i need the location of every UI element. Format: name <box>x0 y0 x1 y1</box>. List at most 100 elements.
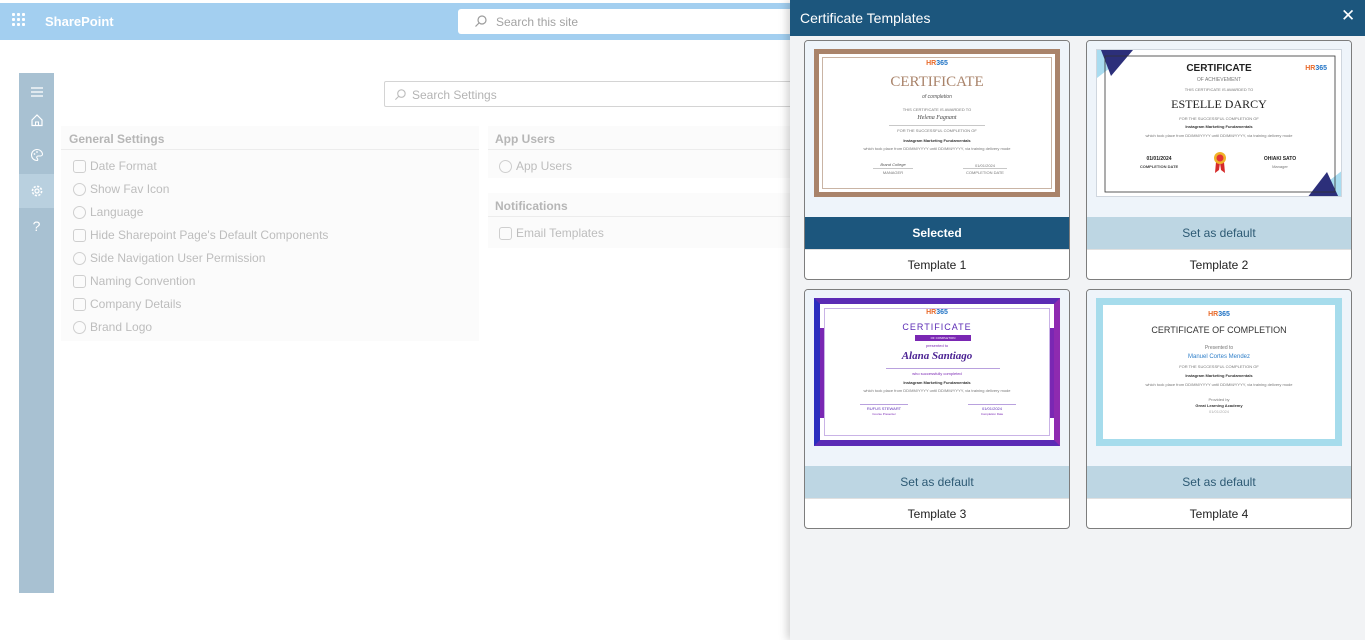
home-icon[interactable] <box>19 103 54 137</box>
certificate-preview: HR365 CERTIFICATE OF ACHIEVEMENT THIS CE… <box>1096 49 1342 197</box>
template-name: Template 4 <box>1087 498 1351 528</box>
help-icon[interactable]: ? <box>19 209 54 243</box>
setting-hide-default-components[interactable]: Hide Sharepoint Page's Default Component… <box>73 226 328 244</box>
site-search-placeholder: Search this site <box>496 15 579 29</box>
cert-date: 01/01/2024 <box>1208 409 1230 414</box>
cert-line: which took place from DD/MM/YYYY until D… <box>1145 382 1293 387</box>
search-icon <box>394 89 406 101</box>
gear-icon[interactable] <box>19 174 54 208</box>
template-thumbnail[interactable]: HR365 CERTIFICATE OF COMPLETION Presente… <box>1087 290 1351 466</box>
divider <box>873 168 913 169</box>
set-as-default-button[interactable]: Set as default <box>1087 217 1351 249</box>
cert-recipient: ESTELLE DARCY <box>1171 97 1267 111</box>
template-thumbnail[interactable]: HR365 CERTIFICATE OF ACHIEVEMENT THIS CE… <box>1087 41 1351 217</box>
favicon-icon <box>73 182 86 196</box>
award-ribbon-icon <box>1214 152 1226 173</box>
cert-subheading: of completion <box>922 94 952 100</box>
palette-icon[interactable] <box>19 138 54 172</box>
cert-course: Instagram Marketing Fundamentals <box>1185 124 1253 129</box>
search-icon <box>475 15 487 27</box>
general-settings-card: General Settings Date Format Show Fav Ic… <box>61 126 479 341</box>
text-field-icon <box>73 274 86 288</box>
cert-heading: CERTIFICATE <box>1186 63 1252 74</box>
set-as-default-button[interactable]: Set as default <box>1087 466 1351 498</box>
template-thumbnail[interactable]: HR365 CERTIFICATE OF COMPLETION presente… <box>805 290 1069 466</box>
divider <box>886 368 1000 369</box>
cert-course: Instagram Marketing Fundamentals <box>1185 373 1253 378</box>
template-card-2[interactable]: HR365 CERTIFICATE OF ACHIEVEMENT THIS CE… <box>1086 40 1352 280</box>
cert-line: THIS CERTIFICATE IS AWARDED TO <box>1184 87 1254 92</box>
template-card-3[interactable]: HR365 CERTIFICATE OF COMPLETION presente… <box>804 289 1070 529</box>
divider <box>963 168 1007 169</box>
divider <box>968 404 1016 405</box>
cert-recipient: Helena Fagnant <box>917 115 957 121</box>
divider <box>860 404 908 405</box>
template-thumbnail[interactable]: HR365 CERTIFICATE of completion THIS CER… <box>805 41 1069 217</box>
setting-show-fav-icon[interactable]: Show Fav Icon <box>73 180 169 198</box>
set-as-default-button[interactable]: Set as default <box>805 466 1069 498</box>
mail-icon <box>499 226 512 240</box>
close-icon[interactable]: ✕ <box>1341 7 1355 24</box>
org-chart-icon <box>73 297 86 311</box>
template-name: Template 3 <box>805 498 1069 528</box>
divider <box>488 149 790 150</box>
certificate-preview: HR365 CERTIFICATE of completion THIS CER… <box>814 49 1060 197</box>
settings-search-placeholder: Search Settings <box>412 88 497 102</box>
cert-date: 01/01/2024 <box>981 406 1003 411</box>
setting-language[interactable]: Language <box>73 203 143 221</box>
hr365-logo: HR365 <box>926 309 948 316</box>
selected-button[interactable]: Selected <box>805 217 1069 249</box>
template-name: Template 1 <box>805 249 1069 279</box>
cert-date-label: COMPLETION DATE <box>1139 164 1179 169</box>
cert-signature: RUFUS STEWART <box>866 406 902 411</box>
cert-line: FOR THE SUCCESSFUL COMPLETION OF <box>897 128 977 133</box>
setting-naming-convention[interactable]: Naming Convention <box>73 272 195 290</box>
template-card-1[interactable]: HR365 CERTIFICATE of completion THIS CER… <box>804 40 1070 280</box>
certificate-templates-panel: Certificate Templates ✕ HR365 CERTIFICAT… <box>790 0 1365 640</box>
notifications-card: Notifications Email Templates <box>488 193 790 248</box>
cert-line: Provided by <box>1208 397 1230 402</box>
settings-search-input[interactable]: Search Settings <box>384 81 804 107</box>
cert-recipient: Alana Santiago <box>901 350 973 362</box>
cert-recipient: Manuel Cortes Mendez <box>1187 354 1251 360</box>
language-icon <box>73 205 86 219</box>
cert-line: FOR THE SUCCESSFUL COMPLETION OF <box>1179 364 1259 369</box>
setting-email-templates[interactable]: Email Templates <box>499 224 604 242</box>
setting-date-format[interactable]: Date Format <box>73 157 157 175</box>
cert-organization: Great Learning Academy <box>1195 403 1243 408</box>
cert-line: which took place from DD/MM/YYYY until D… <box>863 388 1011 393</box>
setting-side-navigation-permission[interactable]: Side Navigation User Permission <box>73 249 265 267</box>
cert-subheading: OF COMPLETION <box>915 335 971 341</box>
cert-signature-role: MANAGER <box>882 170 904 175</box>
cert-subheading: OF ACHIEVEMENT <box>1196 77 1242 83</box>
cert-heading: CERTIFICATE OF COMPLETION <box>1151 325 1287 335</box>
app-launcher-icon[interactable] <box>12 13 26 27</box>
setting-company-details[interactable]: Company Details <box>73 295 181 313</box>
template-name: Template 2 <box>1087 249 1351 279</box>
cert-heading: CERTIFICATE <box>902 322 972 332</box>
cert-date: 01/01/2024 <box>1146 156 1172 162</box>
cert-signature-role: Manager <box>1272 164 1288 169</box>
template-card-4[interactable]: HR365 CERTIFICATE OF COMPLETION Presente… <box>1086 289 1352 529</box>
cert-signature-role: Course Presenter <box>872 412 896 416</box>
cert-course: Instagram Marketing Fundamentals <box>903 380 971 385</box>
certificate-preview: HR365 CERTIFICATE OF COMPLETION presente… <box>814 298 1060 446</box>
calendar-icon <box>73 159 86 173</box>
cert-signature: OHIAKI SATO <box>1263 156 1297 162</box>
site-search-box[interactable]: Search this site <box>458 9 798 34</box>
cert-line: which took place from DD/MM/YYYY until D… <box>1145 133 1293 138</box>
cert-line: which took place from DD/MM/YYYY until D… <box>863 146 1011 151</box>
setting-app-users[interactable]: App Users <box>499 157 572 175</box>
cert-line: presented to <box>925 343 949 348</box>
divider <box>889 125 985 126</box>
cert-heading: CERTIFICATE <box>890 74 984 90</box>
users-icon <box>499 159 512 173</box>
cert-date-label: Completion Date <box>980 412 1004 416</box>
app-users-card: App Users App Users <box>488 126 790 178</box>
hr365-logo: HR365 <box>1208 311 1230 318</box>
sharepoint-brand[interactable]: SharePoint <box>45 14 114 29</box>
cert-date-label: COMPLETION DATE <box>966 170 1004 175</box>
people-icon <box>73 251 86 265</box>
cert-line: who successfully completed <box>912 371 962 376</box>
setting-brand-logo[interactable]: Brand Logo <box>73 318 152 336</box>
